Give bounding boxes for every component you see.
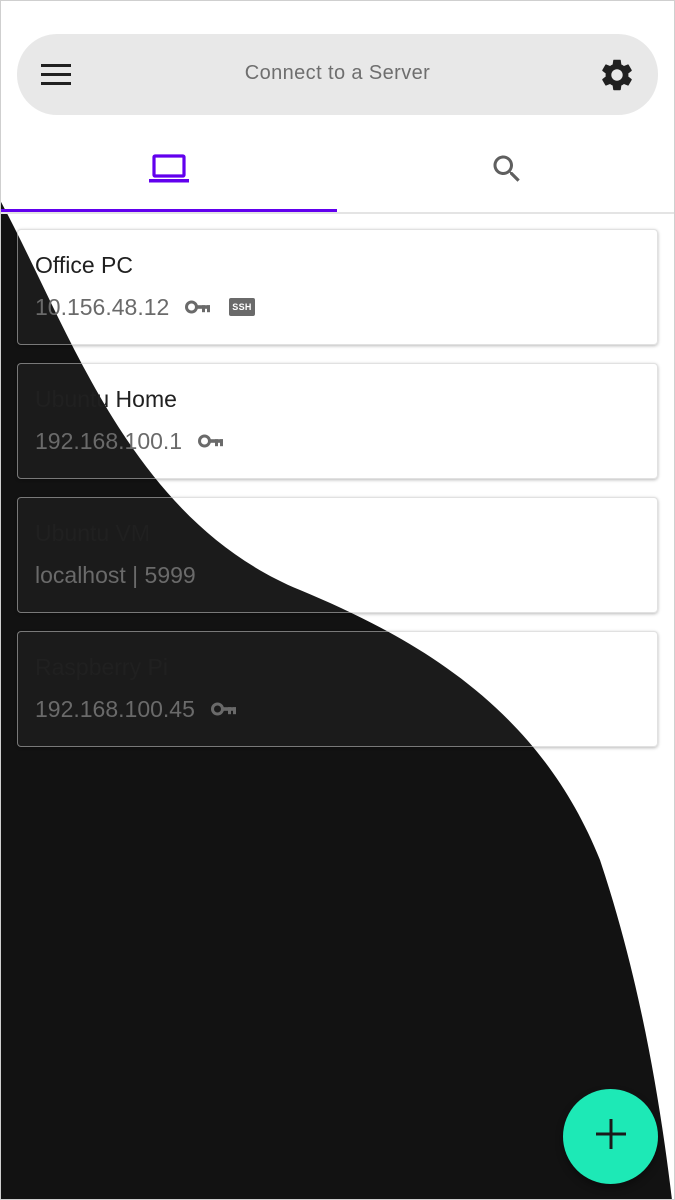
gear-icon[interactable] bbox=[598, 56, 636, 94]
server-address: localhost | 5999 bbox=[35, 561, 196, 588]
server-name: Ubuntu VM bbox=[35, 520, 151, 546]
server-card-ubuntu-vm[interactable]: Ubuntu VM localhost | 5999 bbox=[17, 497, 658, 613]
tab-bar bbox=[0, 130, 675, 214]
server-name: Ubuntu Home bbox=[35, 386, 177, 412]
key-icon bbox=[210, 702, 237, 716]
server-address: 192.168.100.1 bbox=[35, 427, 183, 454]
tab-saved-servers[interactable] bbox=[0, 130, 337, 212]
server-info: 192.168.100.45 bbox=[35, 694, 255, 724]
server-list: Office PC 10.156.48.12 SSH Ubuntu Home 1… bbox=[17, 229, 658, 765]
server-card-ubuntu-home[interactable]: Ubuntu Home 192.168.100.1 bbox=[17, 363, 658, 479]
tab-divider bbox=[0, 212, 675, 214]
server-name: Raspberry Pi bbox=[35, 654, 168, 680]
ssh-badge: SSH bbox=[229, 298, 255, 316]
server-name: Office PC bbox=[35, 252, 133, 278]
server-info: 192.168.100.1 bbox=[35, 426, 242, 456]
tab-discovery[interactable] bbox=[338, 130, 675, 212]
server-card-raspberry-pi[interactable]: Raspberry Pi 192.168.100.45 bbox=[17, 631, 658, 747]
server-card-office-pc[interactable]: Office PC 10.156.48.12 SSH bbox=[17, 229, 658, 345]
plus-icon bbox=[594, 1117, 628, 1156]
laptop-icon bbox=[148, 152, 190, 191]
server-address: 192.168.100.45 bbox=[35, 695, 195, 722]
server-info: localhost | 5999 bbox=[35, 560, 212, 590]
search-bar[interactable]: Connect to a Server bbox=[17, 34, 658, 115]
server-info: 10.156.48.12 SSH bbox=[35, 292, 255, 322]
key-icon bbox=[198, 434, 224, 448]
search-icon bbox=[489, 151, 525, 192]
add-server-button[interactable] bbox=[563, 1089, 658, 1184]
server-address: 10.156.48.12 bbox=[35, 293, 170, 320]
key-icon bbox=[185, 300, 211, 314]
app-title: Connect to a Server bbox=[244, 62, 431, 84]
